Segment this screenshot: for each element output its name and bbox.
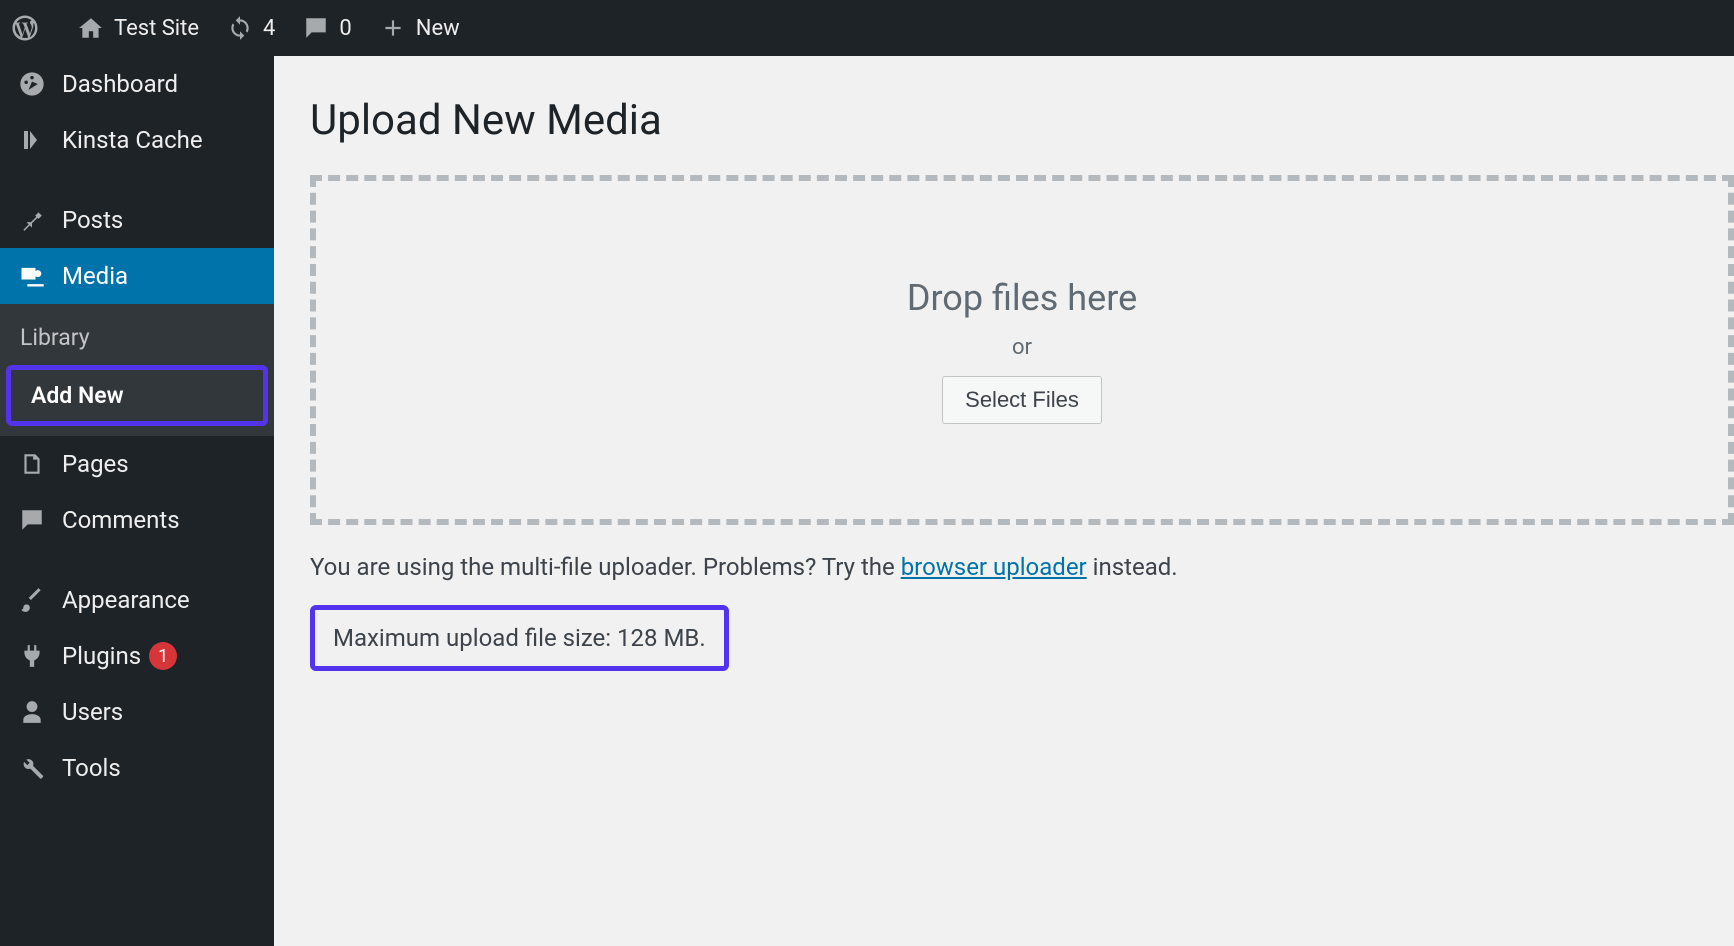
sidebar-item-dashboard[interactable]: Dashboard xyxy=(0,56,274,112)
submenu-library[interactable]: Library xyxy=(0,312,274,363)
sidebar-label: Comments xyxy=(62,506,180,534)
page-title: Upload New Media xyxy=(310,96,1734,145)
highlight-add-new: Add New xyxy=(6,365,268,426)
home-icon xyxy=(78,15,104,41)
sidebar-item-comments[interactable]: Comments xyxy=(0,492,274,548)
sidebar-item-media[interactable]: Media xyxy=(0,248,274,304)
new-label: New xyxy=(416,16,460,41)
site-name-label: Test Site xyxy=(114,16,199,41)
comments-icon xyxy=(16,507,48,533)
plus-icon xyxy=(380,15,406,41)
sidebar-label: Kinsta Cache xyxy=(62,126,203,154)
kinsta-icon xyxy=(16,128,48,152)
comment-icon xyxy=(303,15,329,41)
drop-text: Drop files here xyxy=(907,277,1137,319)
wp-logo[interactable] xyxy=(10,13,50,43)
sidebar-item-tools[interactable]: Tools xyxy=(0,740,274,796)
main-content: Upload New Media Drop files here or Sele… xyxy=(274,56,1734,946)
updates-link[interactable]: 4 xyxy=(227,15,275,41)
sidebar-item-pages[interactable]: Pages xyxy=(0,436,274,492)
wordpress-icon xyxy=(10,13,40,43)
brush-icon xyxy=(16,587,48,613)
sidebar-label: Pages xyxy=(62,450,129,478)
plugin-icon xyxy=(16,643,48,669)
updates-count: 4 xyxy=(263,16,275,41)
plugins-count-badge: 1 xyxy=(149,642,177,670)
pin-icon xyxy=(16,207,48,233)
sidebar-label: Dashboard xyxy=(62,70,178,98)
admin-toolbar: Test Site 4 0 New xyxy=(0,0,1734,56)
highlight-max-size: Maximum upload file size: 128 MB. xyxy=(310,605,729,671)
browser-uploader-link[interactable]: browser uploader xyxy=(901,553,1087,581)
pages-icon xyxy=(16,451,48,477)
comments-count: 0 xyxy=(339,16,351,41)
media-icon xyxy=(16,262,48,290)
dashboard-icon xyxy=(16,70,48,98)
info-prefix: You are using the multi-file uploader. P… xyxy=(310,553,901,581)
new-content-link[interactable]: New xyxy=(380,15,460,41)
comments-link[interactable]: 0 xyxy=(303,15,351,41)
sidebar-item-kinsta[interactable]: Kinsta Cache xyxy=(0,112,274,168)
max-upload-size: Maximum upload file size: 128 MB. xyxy=(333,624,706,652)
upload-dropzone[interactable]: Drop files here or Select Files xyxy=(310,175,1734,525)
wrench-icon xyxy=(16,755,48,781)
select-files-button[interactable]: Select Files xyxy=(942,376,1102,424)
sidebar-item-appearance[interactable]: Appearance xyxy=(0,572,274,628)
uploader-info: You are using the multi-file uploader. P… xyxy=(310,553,1734,581)
submenu-add-new[interactable]: Add New xyxy=(11,370,263,421)
sidebar-item-posts[interactable]: Posts xyxy=(0,192,274,248)
media-submenu: Library Add New xyxy=(0,304,274,436)
user-icon xyxy=(16,699,48,725)
sidebar-item-users[interactable]: Users xyxy=(0,684,274,740)
site-name-link[interactable]: Test Site xyxy=(78,15,199,41)
sidebar-label: Posts xyxy=(62,206,123,234)
sidebar-item-plugins[interactable]: Plugins 1 xyxy=(0,628,274,684)
admin-sidebar: Dashboard Kinsta Cache Posts Media Libra… xyxy=(0,56,274,946)
sidebar-label: Plugins xyxy=(62,642,141,670)
sidebar-label: Tools xyxy=(62,754,121,782)
sidebar-label: Media xyxy=(62,262,128,290)
refresh-icon xyxy=(227,15,253,41)
info-suffix: instead. xyxy=(1087,553,1178,581)
sidebar-label: Appearance xyxy=(62,586,190,614)
or-text: or xyxy=(1012,335,1032,360)
sidebar-label: Users xyxy=(62,698,123,726)
